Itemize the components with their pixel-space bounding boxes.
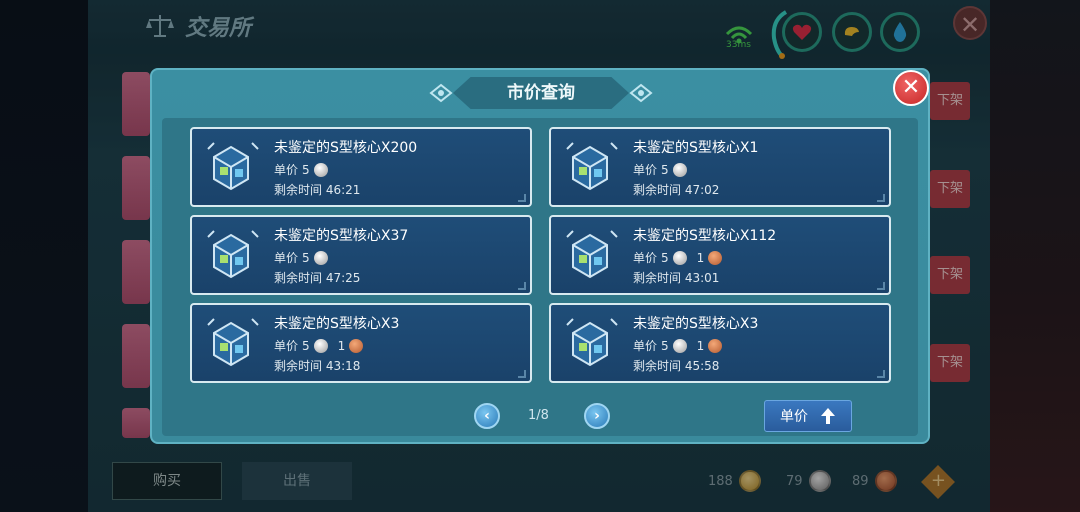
listing-card[interactable]: 未鉴定的S型核心X37 单价 5 剩余时间 47:25: [190, 215, 532, 295]
sort-label: 单价: [780, 409, 808, 425]
corner-mark: [877, 282, 885, 290]
item-name: 未鉴定的S型核心X3: [274, 316, 400, 332]
dialog-title: 市价查询: [453, 77, 629, 109]
dialog-close-button[interactable]: ✕: [893, 70, 929, 106]
s-core-cube-icon: [207, 318, 259, 367]
time-remaining: 剩余时间 43:18: [274, 357, 360, 374]
time-remaining-label: 剩余时间: [274, 271, 323, 285]
corner-mark: [518, 282, 526, 290]
silver-price: 5: [661, 338, 669, 353]
unit-price: 单价 5 1: [633, 337, 723, 354]
time-remaining-label: 剩余时间: [633, 271, 682, 285]
unit-price: 单价 5: [274, 249, 328, 266]
corner-mark: [877, 194, 885, 202]
unit-price-label: 单价: [274, 163, 299, 177]
listing-card[interactable]: 未鉴定的S型核心X200 单价 5 剩余时间 46:21: [190, 127, 532, 207]
item-name: 未鉴定的S型核心X3: [633, 316, 759, 332]
s-core-cube-icon: [566, 142, 618, 191]
unit-price: 单价 5 1: [274, 337, 364, 354]
item-name: 未鉴定的S型核心X200: [274, 140, 418, 156]
s-core-cube-icon: [207, 142, 259, 191]
silver-price: 5: [661, 250, 669, 265]
listing-card[interactable]: 未鉴定的S型核心X3 单价 5 1 剩余时间 45:58: [549, 303, 891, 383]
silver-coin-icon: [672, 338, 687, 353]
item-name: 未鉴定的S型核心X1: [633, 140, 759, 156]
time-remaining-value: 43:18: [325, 359, 361, 373]
unit-price: 单价 5: [633, 161, 687, 178]
bronze-coin-icon: [708, 338, 723, 353]
listing-card[interactable]: 未鉴定的S型核心X3 单价 5 1 剩余时间 43:18: [190, 303, 532, 383]
silver-price: 5: [302, 250, 310, 265]
silver-coin-icon: [672, 250, 687, 265]
time-remaining-value: 45:58: [684, 359, 720, 373]
time-remaining-label: 剩余时间: [274, 183, 323, 197]
bronze-price: 1: [696, 250, 705, 265]
chevron-left-icon: ‹: [484, 408, 490, 424]
time-remaining-value: 43:01: [684, 271, 720, 285]
unit-price: 单价 5: [274, 161, 328, 178]
unit-price-label: 单价: [633, 251, 658, 265]
silver-coin-icon: [672, 162, 687, 177]
listing-card[interactable]: 未鉴定的S型核心X112 单价 5 1 剩余时间 43:01: [549, 215, 891, 295]
time-remaining-value: 46:21: [325, 183, 361, 197]
silver-price: 5: [661, 162, 669, 177]
item-name: 未鉴定的S型核心X37: [274, 228, 409, 244]
market-price-dialog: 市价查询 ✕ 未鉴定的S型核心X200 单价 5 剩余时间 46:21 未鉴定的…: [150, 68, 930, 444]
s-core-cube-icon: [566, 318, 618, 367]
next-page-button[interactable]: ›: [584, 403, 610, 429]
item-name: 未鉴定的S型核心X112: [633, 228, 777, 244]
corner-mark: [518, 370, 526, 378]
ornament-left-icon: [429, 83, 453, 103]
silver-coin-icon: [313, 162, 328, 177]
time-remaining-label: 剩余时间: [633, 183, 682, 197]
time-remaining-label: 剩余时间: [633, 359, 682, 373]
time-remaining: 剩余时间 46:21: [274, 181, 360, 198]
time-remaining-value: 47:25: [325, 271, 361, 285]
sort-up-arrow-icon: [821, 408, 835, 424]
bronze-price: 1: [696, 338, 705, 353]
s-core-cube-icon: [207, 230, 259, 279]
listing-card[interactable]: 未鉴定的S型核心X1 单价 5 剩余时间 47:02: [549, 127, 891, 207]
unit-price: 单价 5 1: [633, 249, 723, 266]
bronze-coin-icon: [349, 338, 364, 353]
page-indicator: 1/8: [528, 408, 549, 423]
time-remaining-value: 47:02: [684, 183, 720, 197]
time-remaining: 剩余时间 45:58: [633, 357, 719, 374]
dialog-title-bar: 市价查询: [428, 76, 654, 110]
bronze-price: 1: [337, 338, 346, 353]
chevron-right-icon: ›: [594, 408, 600, 424]
ornament-right-icon: [629, 83, 653, 103]
silver-price: 5: [302, 162, 310, 177]
silver-coin-icon: [313, 338, 328, 353]
silver-price: 5: [302, 338, 310, 353]
unit-price-label: 单价: [274, 339, 299, 353]
corner-mark: [877, 370, 885, 378]
silver-coin-icon: [313, 250, 328, 265]
unit-price-label: 单价: [274, 251, 299, 265]
bronze-coin-icon: [708, 250, 723, 265]
unit-price-label: 单价: [633, 163, 658, 177]
prev-page-button[interactable]: ‹: [474, 403, 500, 429]
time-remaining: 剩余时间 47:02: [633, 181, 719, 198]
unit-price-label: 单价: [633, 339, 658, 353]
time-remaining-label: 剩余时间: [274, 359, 323, 373]
sort-by-unit-price-button[interactable]: 单价: [764, 400, 852, 432]
time-remaining: 剩余时间 47:25: [274, 269, 360, 286]
time-remaining: 剩余时间 43:01: [633, 269, 719, 286]
s-core-cube-icon: [566, 230, 618, 279]
corner-mark: [518, 194, 526, 202]
